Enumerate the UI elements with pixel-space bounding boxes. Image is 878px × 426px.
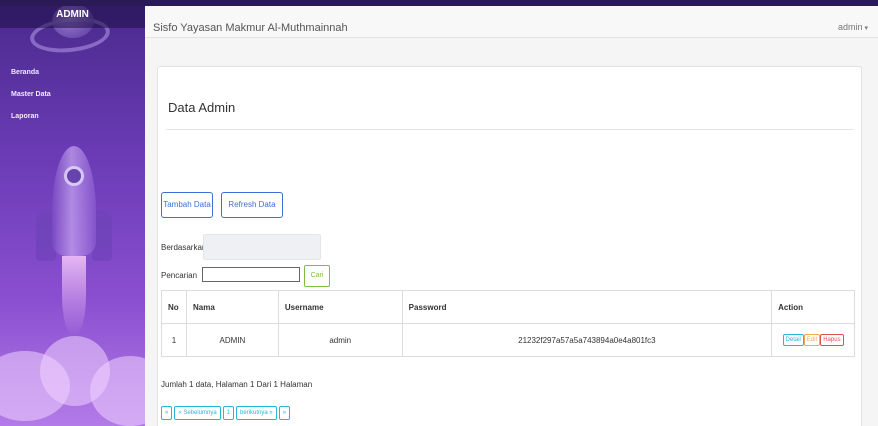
rocket-illustration: [52, 146, 96, 256]
caret-down-icon: ▾: [864, 25, 868, 32]
page-title: Data Admin: [168, 100, 236, 115]
pager-page-1[interactable]: 1: [222, 406, 235, 420]
pager-next-button[interactable]: berikutnya »: [236, 406, 277, 420]
user-menu[interactable]: admin ▾: [838, 22, 868, 32]
cell-no: 1: [161, 323, 187, 357]
cell-nama: ADMIN: [185, 323, 279, 357]
pagination: «« Sebelumnya 1 berikutnya »»: [161, 406, 292, 420]
top-navbar: Sisfo Yayasan Makmur Al-Muthmainnah admi…: [145, 0, 878, 38]
filter-based-select[interactable]: [203, 234, 321, 260]
column-header-nama: Nama: [185, 290, 279, 324]
rocket-window-decoration: [64, 166, 84, 186]
sidebar: ADMIN Beranda Master Data Laporan: [0, 0, 145, 426]
column-header-username: Username: [277, 290, 403, 324]
table-header-row: No Nama Username Password Action: [161, 290, 855, 324]
cell-password: 21232f297a57a5a743894a0e4a801fc3: [401, 323, 773, 357]
sidebar-item-master-data[interactable]: Master Data: [0, 84, 145, 106]
detail-button[interactable]: Detail: [782, 334, 804, 346]
add-data-button[interactable]: Tambah Data: [161, 192, 213, 218]
cell-actions: Detail Edit Hapus: [771, 323, 855, 357]
refresh-data-button[interactable]: Refresh Data: [221, 192, 283, 218]
filter-based-label: Berdasarkan:: [161, 243, 209, 252]
delete-button[interactable]: Hapus: [820, 334, 844, 346]
sidebar-menu: Beranda Master Data Laporan: [0, 62, 145, 128]
main-content: Data Admin Tambah Data Refresh Data Berd…: [145, 38, 878, 426]
search-input[interactable]: [202, 267, 300, 282]
table-row: 1 ADMIN admin 21232f297a57a5a743894a0e4a…: [161, 323, 855, 357]
admin-table: No Nama Username Password Action 1 ADMIN…: [161, 290, 855, 357]
user-name: admin: [837, 22, 863, 32]
sidebar-item-laporan[interactable]: Laporan: [0, 106, 145, 128]
search-label: Pencarian: [161, 271, 198, 280]
sidebar-item-beranda[interactable]: Beranda: [0, 62, 145, 84]
search-button[interactable]: Cari: [304, 265, 330, 287]
rocket-flame-decoration: [62, 256, 86, 336]
column-header-no: No: [161, 290, 187, 324]
pagination-summary: Jumlah 1 data, Halaman 1 Dari 1 Halaman: [161, 380, 313, 389]
column-header-action: Action: [771, 290, 855, 324]
pager-first-button[interactable]: «: [161, 406, 173, 420]
edit-button[interactable]: Edit: [803, 334, 821, 346]
pager-last-button[interactable]: »: [278, 406, 291, 420]
content-panel: Data Admin Tambah Data Refresh Data Berd…: [157, 66, 862, 426]
cell-username: admin: [277, 323, 403, 357]
app-title[interactable]: Sisfo Yayasan Makmur Al-Muthmainnah: [153, 22, 348, 34]
pager-prev-button[interactable]: « Sebelumnya: [174, 406, 221, 420]
column-header-password: Password: [401, 290, 773, 324]
sidebar-brand[interactable]: ADMIN: [0, 6, 145, 28]
divider: [166, 129, 854, 130]
